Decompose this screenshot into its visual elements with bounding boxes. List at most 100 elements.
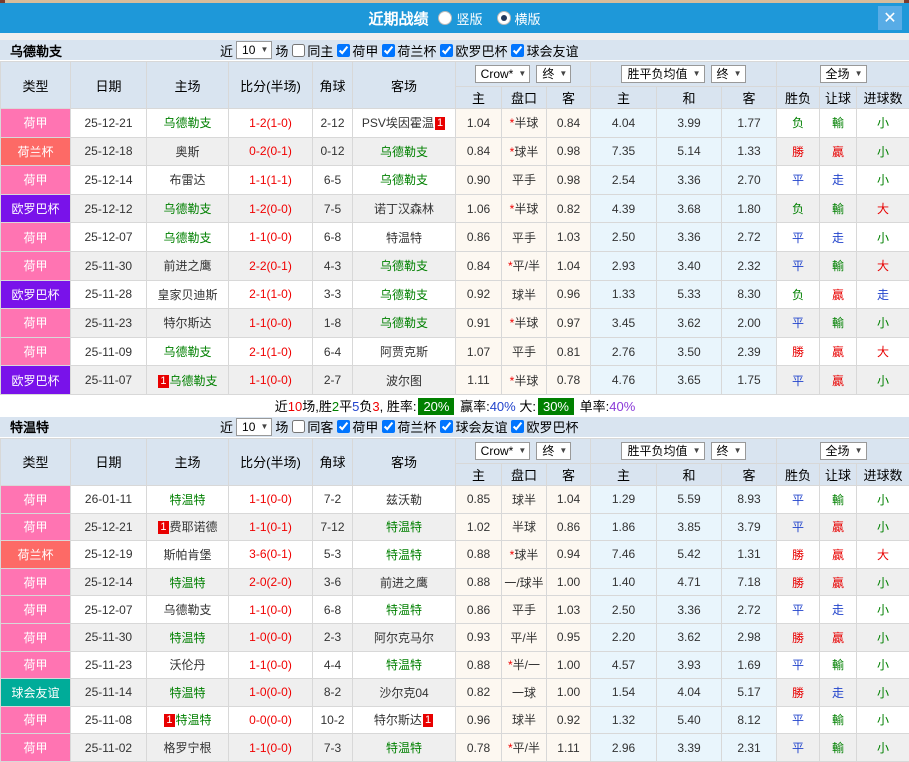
handicap-result: 贏 bbox=[820, 366, 857, 395]
league-filter[interactable]: 荷甲 bbox=[336, 41, 378, 60]
checkbox-league-filter[interactable] bbox=[382, 420, 395, 433]
avg-type-select[interactable]: 胜平负均值 bbox=[621, 442, 704, 460]
away-team: 特温特 bbox=[353, 734, 456, 762]
games-count-select[interactable]: 10 bbox=[236, 418, 272, 436]
checkbox-label: 球会友谊 bbox=[526, 41, 578, 60]
odds-group-header: Crow* 终 bbox=[456, 62, 591, 87]
team-cell-label: 特温特 bbox=[386, 520, 422, 534]
checkbox-same-venue-filter[interactable] bbox=[292, 44, 305, 57]
wdl-result: 负 bbox=[777, 109, 820, 138]
games-count-select[interactable]: 10 bbox=[236, 41, 272, 59]
radio-vertical-label: 竖版 bbox=[456, 9, 482, 28]
league-filter[interactable]: 球会友谊 bbox=[439, 417, 507, 436]
avg-value: 2.20 bbox=[591, 623, 657, 651]
odds-company-select[interactable]: Crow* bbox=[475, 65, 531, 83]
odds-company-select[interactable]: Crow* bbox=[475, 442, 531, 460]
odds-final-select[interactable]: 终 bbox=[536, 65, 571, 83]
handicap-result: 輸 bbox=[820, 734, 857, 762]
handicap-result: 輸 bbox=[820, 485, 857, 513]
handicap-result: 贏 bbox=[820, 137, 857, 166]
result-scope-select[interactable]: 全场 bbox=[820, 65, 867, 83]
checkbox-league-filter[interactable] bbox=[337, 44, 350, 57]
handicap-star: * bbox=[508, 259, 513, 273]
avg-final-select[interactable]: 终 bbox=[711, 65, 746, 83]
home-team: 奥斯 bbox=[147, 137, 229, 166]
checkbox-league-filter[interactable] bbox=[440, 44, 453, 57]
avg-value: 1.29 bbox=[591, 485, 657, 513]
home-team: 特温特 bbox=[147, 679, 229, 707]
checkbox-same-venue-filter[interactable] bbox=[292, 420, 305, 433]
avg-type-select[interactable]: 胜平负均值 bbox=[621, 65, 704, 83]
result-scope-select[interactable]: 全场 bbox=[820, 442, 867, 460]
handicap-line: *半球 bbox=[502, 366, 547, 395]
avg-selects: 胜平负均值终 bbox=[591, 442, 776, 460]
avg-value: 1.40 bbox=[591, 568, 657, 596]
league-filter[interactable]: 欧罗巴杯 bbox=[439, 41, 507, 60]
same-venue-filter[interactable]: 同主 bbox=[291, 41, 333, 60]
promoted-badge: 1 bbox=[435, 117, 445, 130]
odds-value: 1.11 bbox=[547, 734, 591, 762]
odds-value: 0.86 bbox=[456, 223, 502, 252]
wdl-result: 勝 bbox=[777, 568, 820, 596]
checkbox-label: 荷甲 bbox=[352, 41, 378, 60]
league-badge: 荷甲 bbox=[1, 251, 71, 280]
games-suffix-label: 场 bbox=[275, 41, 288, 60]
match-row: 荷甲25-11-09乌德勒支2-1(1-0)6-4阿贾克斯1.07平手0.812… bbox=[1, 337, 909, 366]
summary-segment: 近 bbox=[275, 399, 288, 414]
team-cell-label: 特温特 bbox=[386, 658, 422, 672]
avg-value: 5.14 bbox=[657, 137, 722, 166]
team-cell-label: 乌德勒支 bbox=[163, 202, 211, 216]
goals-result: 大 bbox=[857, 194, 909, 223]
avg-value: 8.30 bbox=[722, 280, 777, 309]
odds-final-select[interactable]: 终 bbox=[536, 442, 571, 460]
avg-value: 3.99 bbox=[657, 109, 722, 138]
team-cell-label: 特温特 bbox=[169, 631, 205, 645]
league-filter[interactable]: 荷甲 bbox=[336, 417, 378, 436]
summary-segment: 大: bbox=[516, 399, 536, 414]
home-team: 1乌德勒支 bbox=[147, 366, 229, 395]
corner-count: 7-2 bbox=[313, 485, 353, 513]
column-header: 主场 bbox=[147, 62, 229, 109]
match-date: 25-11-30 bbox=[71, 251, 147, 280]
checkbox-league-filter[interactable] bbox=[511, 420, 524, 433]
avg-value: 1.54 bbox=[591, 679, 657, 707]
goals-result: 大 bbox=[857, 337, 909, 366]
same-venue-filter[interactable]: 同客 bbox=[291, 417, 333, 436]
league-filter[interactable]: 荷兰杯 bbox=[381, 417, 436, 436]
checkbox-league-filter[interactable] bbox=[382, 44, 395, 57]
match-row: 欧罗巴杯25-11-071乌德勒支1-1(0-0)2-7波尔图1.11*半球0.… bbox=[1, 366, 909, 395]
team-cell-label: 阿尔克马尔 bbox=[374, 631, 434, 645]
home-team: 乌德勒支 bbox=[147, 109, 229, 138]
handicap-line: 平手 bbox=[502, 337, 547, 366]
league-filter[interactable]: 球会友谊 bbox=[510, 41, 578, 60]
match-row: 荷甲25-12-211费耶诺德1-1(0-1)7-12特温特1.02半球0.86… bbox=[1, 513, 909, 541]
avg-value: 3.50 bbox=[657, 337, 722, 366]
avg-value: 7.35 bbox=[591, 137, 657, 166]
radio-horizontal-layout[interactable]: 横版 bbox=[497, 9, 541, 28]
avg-final-select[interactable]: 终 bbox=[711, 442, 746, 460]
handicap-star: * bbox=[508, 658, 513, 672]
checkbox-label: 荷兰杯 bbox=[397, 41, 436, 60]
sub-column-header: 和 bbox=[657, 87, 722, 109]
checkbox-league-filter[interactable] bbox=[440, 420, 453, 433]
handicap-result: 輸 bbox=[820, 251, 857, 280]
corner-count: 6-8 bbox=[313, 596, 353, 624]
close-icon[interactable]: ✕ bbox=[878, 6, 902, 30]
match-row: 欧罗巴杯25-11-28皇家贝迪斯2-1(1-0)3-3乌德勒支0.92球半0.… bbox=[1, 280, 909, 309]
match-date: 25-12-07 bbox=[71, 223, 147, 252]
sub-column-header: 胜负 bbox=[777, 463, 820, 485]
handicap-result: 走 bbox=[820, 166, 857, 195]
radio-vertical-layout[interactable]: 竖版 bbox=[438, 9, 482, 28]
corner-count: 2-7 bbox=[313, 366, 353, 395]
checkbox-league-filter[interactable] bbox=[511, 44, 524, 57]
avg-value: 4.57 bbox=[591, 651, 657, 679]
checkbox-league-filter[interactable] bbox=[337, 420, 350, 433]
goals-result: 小 bbox=[857, 137, 909, 166]
goals-result: 走 bbox=[857, 280, 909, 309]
league-filter[interactable]: 荷兰杯 bbox=[381, 41, 436, 60]
checkbox-label: 欧罗巴杯 bbox=[455, 41, 507, 60]
filter-controls: 近10场同主荷甲荷兰杯欧罗巴杯球会友谊 bbox=[220, 41, 578, 60]
odds-value: 0.94 bbox=[547, 541, 591, 569]
league-filter[interactable]: 欧罗巴杯 bbox=[510, 417, 578, 436]
avg-value: 3.85 bbox=[657, 513, 722, 541]
